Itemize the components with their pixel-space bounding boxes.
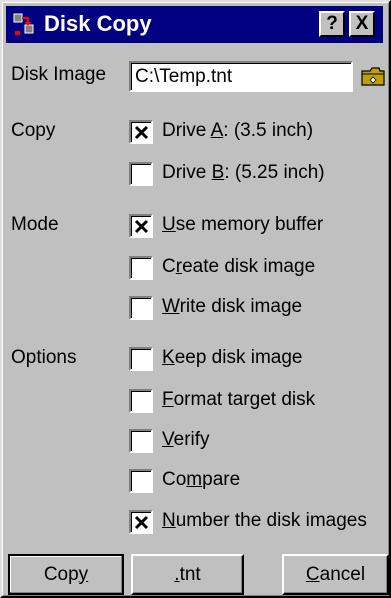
checkmark-x-icon [134, 219, 149, 234]
mode-option-checkbox[interactable] [129, 214, 153, 238]
tnt-button[interactable]: .tnt [131, 554, 244, 595]
mode-section-label: Mode [11, 214, 59, 235]
mode-option-label: Create disk image [162, 256, 316, 277]
mode-option-checkbox[interactable] [129, 296, 153, 320]
disk-image-label: Disk Image [11, 64, 107, 85]
copy-option-label: Drive A: (3.5 inch) [162, 120, 314, 141]
folder-icon [361, 67, 385, 86]
cancel-button-label: Cancel [305, 563, 366, 585]
title-bar[interactable]: Disk Copy ? X [6, 6, 383, 43]
option-item-checkbox[interactable] [129, 429, 153, 453]
mode-option-checkbox[interactable] [129, 256, 153, 280]
disk-copy-app-icon [13, 13, 34, 35]
mode-option-row[interactable]: Create disk image [129, 256, 391, 282]
options-section-label: Options [11, 347, 77, 368]
option-item-checkbox[interactable] [129, 510, 153, 534]
option-item-row[interactable]: Compare [129, 469, 391, 495]
copy-option-label: Drive B: (5.25 inch) [162, 162, 325, 183]
browse-button[interactable] [358, 61, 389, 92]
option-item-label: Verify [162, 429, 210, 450]
option-item-row[interactable]: Verify [129, 429, 391, 455]
close-icon: X [355, 13, 369, 34]
mode-option-label: Use memory buffer [162, 214, 324, 235]
close-button[interactable]: X [349, 11, 375, 37]
copy-option-row[interactable]: Drive A: (3.5 inch) [129, 120, 391, 146]
copy-section-label: Copy [11, 120, 56, 141]
disk-copy-dialog: Disk Copy ? X Disk Image C:\Temp.tnt Cop… [0, 0, 391, 598]
option-item-label: Compare [162, 469, 241, 490]
disk-image-value: C:\Temp.tnt [135, 66, 233, 87]
option-item-checkbox[interactable] [129, 347, 153, 371]
checkmark-x-icon [134, 515, 149, 530]
mode-option-row[interactable]: Write disk image [129, 296, 391, 322]
option-item-label: Number the disk images [162, 510, 367, 531]
cancel-button[interactable]: Cancel [282, 554, 389, 595]
help-icon: ? [326, 13, 338, 34]
copy-option-row[interactable]: Drive B: (5.25 inch) [129, 162, 391, 188]
disk-image-field[interactable]: C:\Temp.tnt [129, 61, 353, 92]
help-button[interactable]: ? [319, 11, 345, 37]
option-item-checkbox[interactable] [129, 469, 153, 493]
copy-button-label: Copy [43, 563, 89, 585]
copy-button[interactable]: Copy [8, 554, 124, 595]
checkmark-x-icon [134, 125, 149, 140]
window-title: Disk Copy [44, 11, 152, 36]
option-item-label: Format target disk [162, 389, 316, 410]
mode-option-row[interactable]: Use memory buffer [129, 214, 391, 240]
copy-option-checkbox[interactable] [129, 162, 153, 186]
option-item-row[interactable]: Keep disk image [129, 347, 391, 373]
option-item-row[interactable]: Format target disk [129, 389, 391, 415]
tnt-button-label: .tnt [174, 563, 201, 585]
option-item-checkbox[interactable] [129, 389, 153, 413]
option-item-label: Keep disk image [162, 347, 303, 368]
option-item-row[interactable]: Number the disk images [129, 510, 391, 536]
mode-option-label: Write disk image [162, 296, 303, 317]
copy-option-checkbox[interactable] [129, 120, 153, 144]
